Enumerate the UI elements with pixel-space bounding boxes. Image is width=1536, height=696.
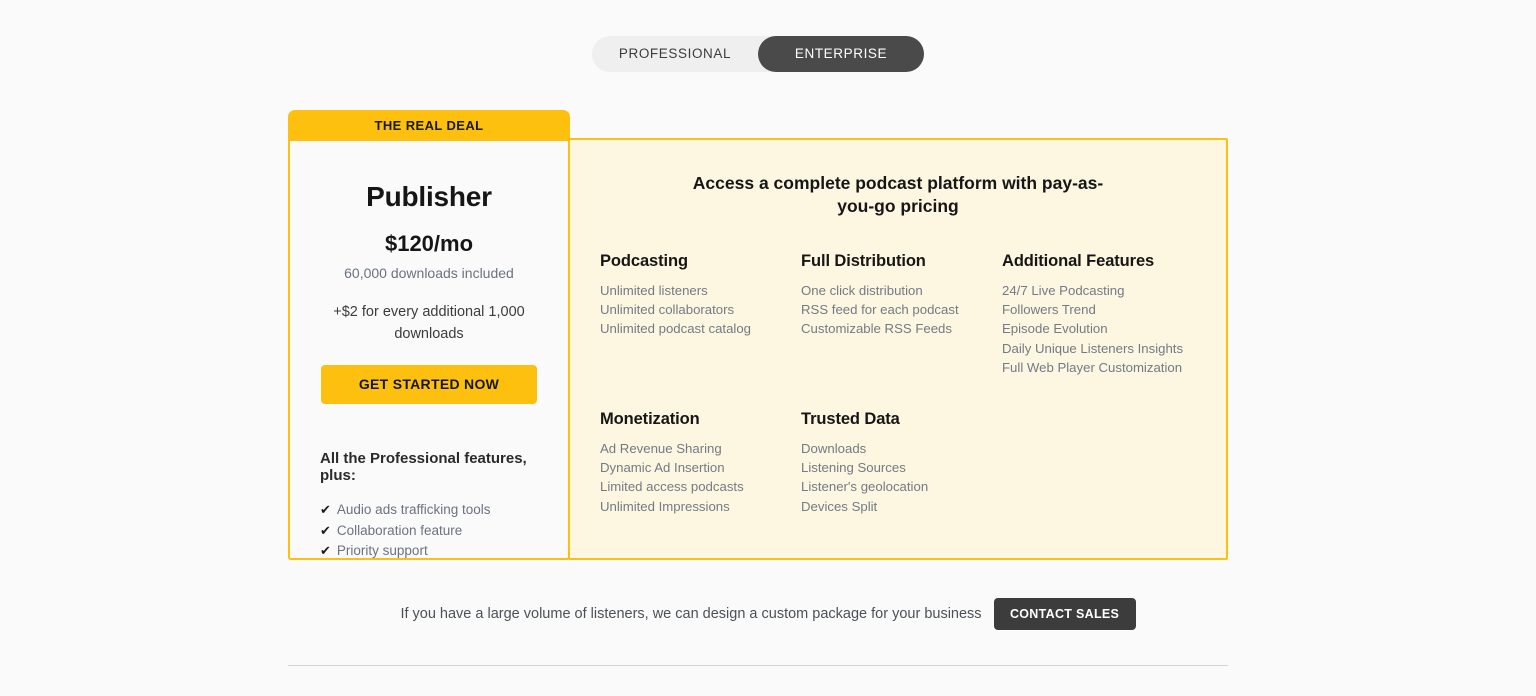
plus-features-list: ✔ Audio ads trafficking tools ✔ Collaborat… bbox=[310, 500, 548, 561]
features-grid: Podcasting Unlimited listeners Unlimited… bbox=[600, 252, 1196, 517]
list-item: ✔ Collaboration feature bbox=[320, 521, 548, 541]
toggle-option-professional[interactable]: PROFESSIONAL bbox=[592, 36, 758, 72]
plan-included-downloads: 60,000 downloads included bbox=[344, 265, 514, 281]
list-item: Full Web Player Customization bbox=[1002, 360, 1183, 376]
list-item: Unlimited listeners bbox=[600, 282, 708, 298]
list-item: Unlimited Impressions bbox=[600, 498, 730, 514]
list-item: One click distribution bbox=[801, 282, 923, 298]
list-item: Devices Split bbox=[801, 498, 878, 514]
check-icon: ✔ bbox=[320, 543, 331, 559]
feature-list: One click distribution RSS feed for each… bbox=[801, 281, 1002, 339]
list-item: Limited access podcasts bbox=[600, 479, 744, 495]
feature-column-title: Monetization bbox=[600, 409, 700, 428]
get-started-button[interactable]: GET STARTED NOW bbox=[321, 364, 537, 404]
list-item: Episode Evolution bbox=[1002, 321, 1108, 337]
feature-column-trusted-data: Trusted Data Downloads Listening Sources… bbox=[801, 410, 1002, 517]
list-item: ✔ Audio ads trafficking tools bbox=[320, 500, 548, 520]
features-panel-heading: Access a complete podcast platform with … bbox=[692, 173, 1104, 217]
feature-column-full-distribution: Full Distribution One click distribution… bbox=[801, 252, 1002, 378]
feature-list: 24/7 Live Podcasting Followers Trend Epi… bbox=[1002, 281, 1203, 378]
list-item: Dynamic Ad Insertion bbox=[600, 459, 725, 475]
contact-sales-button[interactable]: CONTACT SALES bbox=[993, 598, 1136, 630]
plus-feature-label: Collaboration feature bbox=[336, 522, 463, 538]
list-item: RSS feed for each podcast bbox=[801, 301, 959, 317]
feature-column-title: Podcasting bbox=[600, 251, 688, 270]
plan-card: Publisher $120/mo 60,000 downloads inclu… bbox=[288, 141, 570, 560]
pricing-block: THE REAL DEAL Publisher $120/mo 60,000 d… bbox=[288, 110, 1228, 560]
list-item: Ad Revenue Sharing bbox=[600, 440, 722, 456]
check-icon: ✔ bbox=[320, 501, 331, 517]
list-item: Customizable RSS Feeds bbox=[801, 321, 952, 337]
plan-name: Publisher bbox=[366, 181, 492, 212]
feature-column-title: Full Distribution bbox=[801, 251, 926, 270]
list-item: Listener's geolocation bbox=[801, 479, 929, 495]
list-item: Downloads bbox=[801, 440, 867, 456]
list-item: Followers Trend bbox=[1002, 301, 1096, 317]
feature-column-title: Additional Features bbox=[1002, 251, 1155, 270]
features-panel: Access a complete podcast platform with … bbox=[568, 138, 1228, 560]
plan-overage-note: +$2 for every additional 1,000 downloads bbox=[333, 304, 525, 343]
plan-toggle[interactable]: PROFESSIONAL ENTERPRISE bbox=[592, 36, 924, 72]
plus-features-title: All the Professional features, plus: bbox=[320, 449, 527, 484]
pricing-page: PROFESSIONAL ENTERPRISE THE REAL DEAL Pu… bbox=[0, 0, 1536, 696]
plan-column: THE REAL DEAL Publisher $120/mo 60,000 d… bbox=[288, 110, 570, 560]
feature-list: Ad Revenue Sharing Dynamic Ad Insertion … bbox=[600, 439, 801, 517]
list-item: 24/7 Live Podcasting bbox=[1002, 282, 1125, 298]
feature-column-additional-features: Additional Features 24/7 Live Podcasting… bbox=[1002, 252, 1203, 378]
contact-sales-text: If you have a large volume of listeners,… bbox=[400, 606, 982, 622]
section-divider bbox=[288, 665, 1228, 666]
feature-list: Downloads Listening Sources Listener's g… bbox=[801, 439, 1002, 517]
feature-list: Unlimited listeners Unlimited collaborat… bbox=[600, 281, 801, 339]
plus-feature-label: Audio ads trafficking tools bbox=[336, 501, 491, 517]
plan-ribbon: THE REAL DEAL bbox=[288, 110, 570, 141]
feature-column-monetization: Monetization Ad Revenue Sharing Dynamic … bbox=[600, 410, 801, 517]
check-icon: ✔ bbox=[320, 522, 331, 538]
list-item: Unlimited collaborators bbox=[600, 301, 735, 317]
feature-column-title: Trusted Data bbox=[801, 409, 900, 428]
toggle-option-enterprise[interactable]: ENTERPRISE bbox=[758, 36, 924, 72]
plus-feature-label: Priority support bbox=[336, 543, 428, 559]
list-item: Listening Sources bbox=[801, 459, 906, 475]
plan-price: $120/mo bbox=[384, 231, 474, 256]
feature-column-podcasting: Podcasting Unlimited listeners Unlimited… bbox=[600, 252, 801, 378]
list-item: Daily Unique Listeners Insights bbox=[1002, 340, 1184, 356]
contact-sales-row: If you have a large volume of listeners,… bbox=[0, 598, 1536, 630]
list-item: Unlimited podcast catalog bbox=[600, 321, 752, 337]
list-item: ✔ Priority support bbox=[320, 541, 548, 561]
